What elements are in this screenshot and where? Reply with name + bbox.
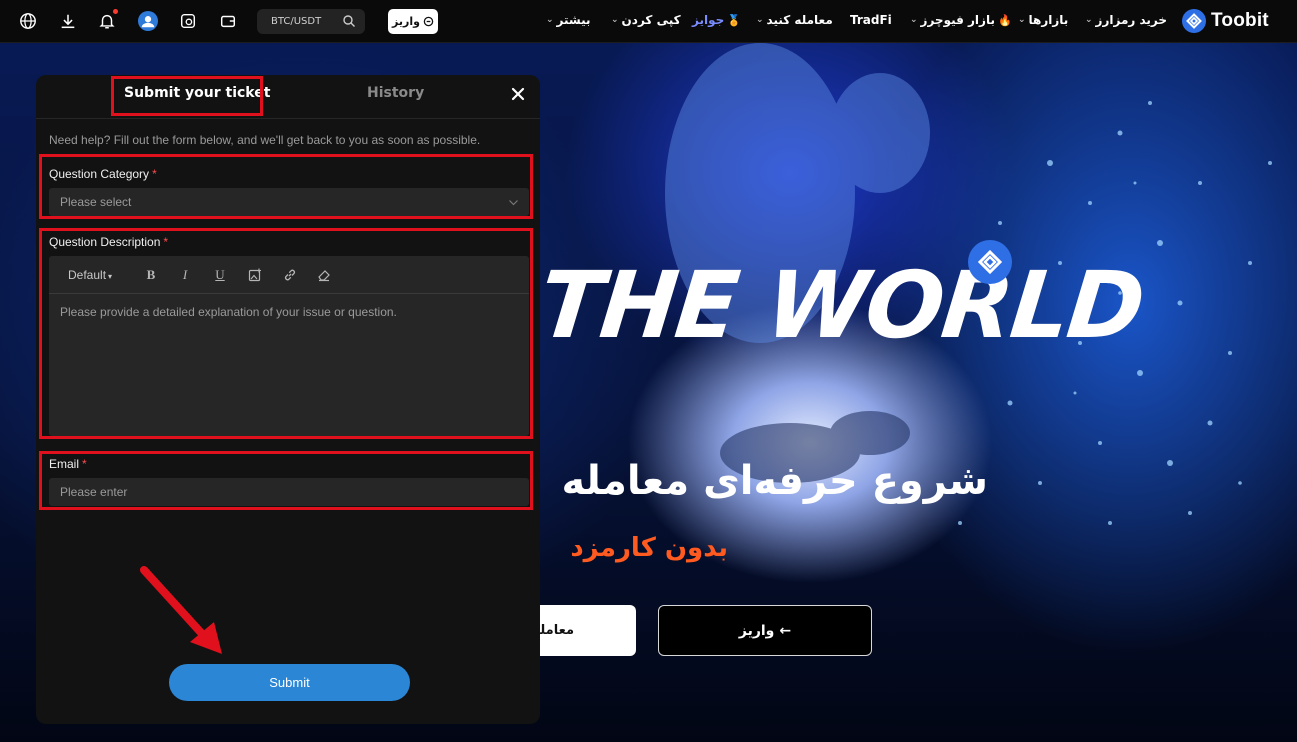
question-category-label-text: Question Category	[49, 167, 150, 181]
chevron-down-icon: ⌄	[910, 15, 918, 25]
chevron-down-icon: ⌄	[1018, 15, 1026, 25]
nav-buy-crypto-label: خرید رمزارز	[1095, 13, 1168, 27]
nav-more-label: بیشتر	[556, 13, 591, 27]
search-icon	[343, 15, 355, 27]
arrow-left-icon: ←	[779, 622, 792, 639]
email-label-text: Email	[49, 457, 80, 471]
nav-rewards-label: جوایز	[692, 13, 725, 27]
search-value: BTC/USDT	[271, 16, 322, 27]
image-icon[interactable]	[247, 267, 263, 283]
question-description-placeholder: Please provide a detailed explanation of…	[60, 305, 397, 319]
nav-tradfi-label: TradFi	[850, 13, 892, 27]
italic-icon[interactable]: I	[177, 267, 193, 283]
support-ticket-modal: Submit your ticket History Need help? Fi…	[36, 75, 540, 724]
nav-more[interactable]: ⌄ بیشتر	[546, 13, 591, 27]
caret-down-icon: ▾	[108, 272, 113, 281]
question-description-label: Question Description *	[49, 235, 168, 249]
page: THE WORLD شروع حرفه‌ای معامله بدون کارمز…	[0, 0, 1297, 742]
notification-dot	[113, 9, 118, 14]
email-field[interactable]: Please enter	[49, 478, 529, 506]
nav-markets[interactable]: ⌄ بازارها	[1018, 13, 1068, 27]
bold-icon[interactable]: B	[143, 267, 159, 283]
modal-header: Submit your ticket History	[36, 75, 540, 119]
nav-trade-label: معامله کنید	[766, 13, 833, 27]
hero-subtitle: بدون کارمزد	[570, 533, 728, 563]
underline-icon[interactable]: U	[212, 267, 228, 283]
logo[interactable]: Toobit	[1182, 9, 1269, 33]
help-text: Need help? Fill out the form below, and …	[49, 133, 481, 147]
nav-tradfi[interactable]: TradFi	[850, 13, 892, 27]
question-description-editor[interactable]: Default ▾ B I U Please provide a detailed…	[49, 256, 529, 436]
deposit-label: واریز	[392, 15, 420, 28]
font-size-select[interactable]: Default ▾	[68, 268, 112, 282]
question-category-placeholder: Please select	[60, 195, 132, 209]
globe-icon[interactable]	[18, 11, 38, 31]
nav-buy-crypto[interactable]: ⌄ خرید رمزارز	[1085, 13, 1167, 27]
chevron-down-icon: ⌄	[546, 15, 554, 25]
close-icon[interactable]	[509, 85, 527, 103]
tab-history[interactable]: History	[367, 85, 424, 101]
hero-world-text: THE WORLD	[534, 252, 1148, 359]
submit-button[interactable]: Submit	[169, 664, 410, 701]
brand-badge-icon	[968, 240, 1012, 284]
search-input[interactable]: BTC/USDT	[257, 9, 365, 34]
nav-trade[interactable]: ⌄ معامله کنید	[756, 13, 833, 27]
wallet-icon[interactable]	[218, 11, 238, 31]
deposit-icon	[423, 16, 434, 27]
nav-copy-trade-label: کپی کردن	[621, 13, 681, 27]
logo-text: Toobit	[1211, 10, 1269, 31]
link-icon[interactable]	[282, 267, 298, 283]
nav-rewards[interactable]: جوایز 🏅	[692, 13, 741, 27]
download-icon[interactable]	[58, 11, 78, 31]
question-category-label: Question Category *	[49, 167, 157, 181]
question-description-label-text: Question Description	[49, 235, 161, 249]
chevron-down-icon: ⌄	[611, 15, 619, 25]
nav-futures-label: بازار فیوچرز	[920, 13, 995, 27]
eraser-icon[interactable]	[316, 267, 332, 283]
tab-submit-ticket[interactable]: Submit your ticket	[124, 85, 270, 101]
nav-futures[interactable]: ⌄ بازار فیوچرز 🔥	[910, 13, 1012, 27]
required-mark: *	[152, 167, 157, 181]
hero-deposit-button[interactable]: واریز ←	[658, 605, 872, 656]
chevron-down-icon: ⌄	[1085, 15, 1093, 25]
deposit-button[interactable]: واریز	[388, 9, 438, 34]
hero-title: شروع حرفه‌ای معامله	[561, 458, 988, 504]
red-arrow-annotation-icon	[140, 566, 222, 654]
logo-mark-icon	[1182, 9, 1206, 33]
editor-toolbar: Default ▾ B I U	[49, 256, 529, 294]
font-size-value: Default	[68, 268, 107, 282]
fire-icon: 🔥	[997, 13, 1012, 27]
question-category-select[interactable]: Please select	[49, 188, 529, 216]
email-placeholder: Please enter	[60, 485, 128, 499]
chevron-down-icon	[509, 200, 518, 206]
nav-copy-trade[interactable]: ⌄ کپی کردن	[611, 13, 681, 27]
medal-icon: 🏅	[727, 13, 741, 27]
required-mark: *	[82, 457, 87, 471]
bell-icon[interactable]	[97, 9, 118, 31]
top-navigation: BTC/USDT واریز ⌄ بیشتر ⌄ کپی کردن جوایز …	[0, 0, 1297, 43]
hero-deposit-label: واریز	[738, 622, 775, 639]
chevron-down-icon: ⌄	[756, 15, 764, 25]
avatar-icon[interactable]	[138, 11, 158, 31]
email-label: Email *	[49, 457, 87, 471]
nav-markets-label: بازارها	[1028, 13, 1069, 27]
required-mark: *	[163, 235, 169, 249]
orders-icon[interactable]	[178, 11, 198, 31]
